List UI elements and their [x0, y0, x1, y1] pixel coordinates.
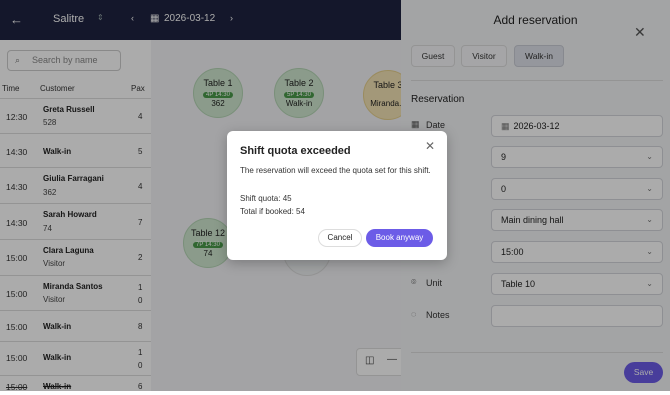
dialog-title: Shift quota exceeded	[240, 145, 351, 157]
quota-dialog: Shift quota exceeded ✕ The reservation w…	[227, 131, 447, 260]
book-anyway-button[interactable]: Book anyway	[366, 229, 433, 247]
total-booked-text: Total if booked: 54	[240, 207, 305, 216]
dialog-message: The reservation will exceed the quota se…	[240, 166, 431, 175]
shift-quota-text: Shift quota: 45	[240, 194, 292, 203]
close-icon[interactable]: ✕	[425, 139, 435, 153]
cancel-button[interactable]: Cancel	[318, 229, 362, 247]
